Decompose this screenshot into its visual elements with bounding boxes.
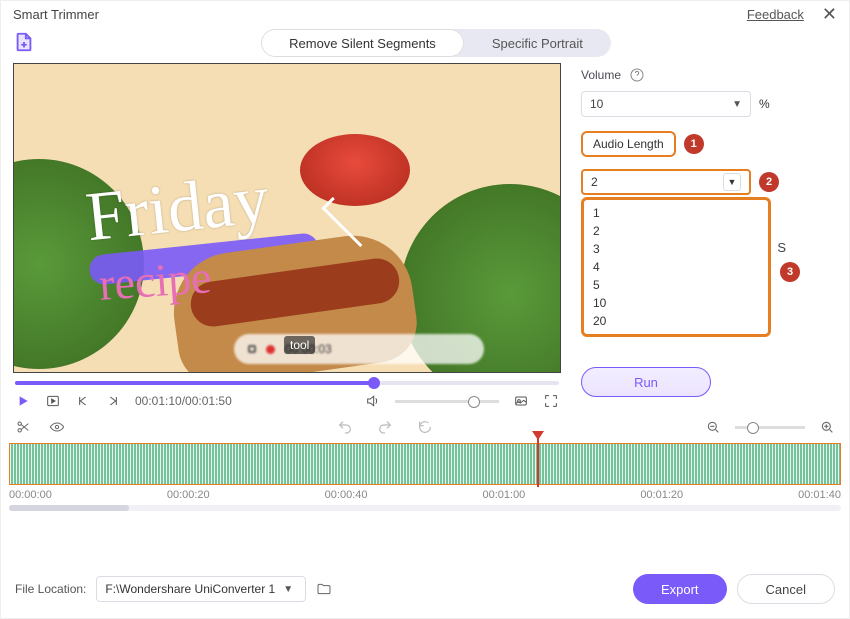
dropdown-unit-letter: S <box>777 240 786 255</box>
audio-length-option[interactable]: 10 <box>584 294 768 312</box>
zoom-in-icon[interactable] <box>819 419 835 435</box>
playhead[interactable] <box>537 433 539 487</box>
top-row: Remove Silent Segments Specific Portrait <box>1 27 849 63</box>
audio-length-select[interactable]: 2 ▼ <box>581 169 751 195</box>
title-bar: Smart Trimmer Feedback ✕ <box>1 1 849 27</box>
audio-length-option[interactable]: 2 <box>584 222 768 240</box>
file-location-label: File Location: <box>15 582 86 596</box>
redo-icon[interactable] <box>377 419 393 435</box>
tab-remove-silent[interactable]: Remove Silent Segments <box>261 29 464 57</box>
volume-unit: % <box>759 97 770 111</box>
callout-3: 3 <box>780 262 800 282</box>
preview-overlay-subtitle: recipe <box>97 250 213 311</box>
time-ticks: 00:00:00 00:00:20 00:00:40 00:01:00 00:0… <box>9 489 841 501</box>
add-file-icon[interactable] <box>13 31 35 56</box>
chevron-down-icon: ▼ <box>283 584 293 595</box>
volume-select[interactable]: 10 ▼ <box>581 91 751 117</box>
export-button[interactable]: Export <box>633 574 727 604</box>
video-preview[interactable]: Friday recipe 00:00:03 tool <box>13 63 561 373</box>
restore-icon[interactable] <box>417 419 433 435</box>
audio-length-option[interactable]: 1 <box>584 204 768 222</box>
player-column: Friday recipe 00:00:03 tool 00:01:10/00:… <box>13 63 561 409</box>
preview-tool-badge: tool <box>284 336 315 354</box>
volume-label: Volume <box>581 68 621 82</box>
audio-length-dropdown[interactable]: 1 2 3 4 5 10 20 S 3 <box>581 197 771 337</box>
run-button[interactable]: Run <box>581 367 711 397</box>
window-title: Smart Trimmer <box>13 7 99 22</box>
tab-specific-portrait[interactable]: Specific Portrait <box>464 29 611 57</box>
audio-length-option[interactable]: 5 <box>584 276 768 294</box>
footer: File Location: F:\Wondershare UniConvert… <box>1 562 849 618</box>
mode-tabs: Remove Silent Segments Specific Portrait <box>261 29 611 57</box>
play-icon[interactable] <box>15 393 31 409</box>
next-frame-icon[interactable] <box>105 393 121 409</box>
help-icon[interactable] <box>629 67 645 83</box>
player-controls: 00:01:10/00:01:50 <box>13 385 561 409</box>
feedback-link[interactable]: Feedback <box>747 7 804 22</box>
audio-length-option[interactable]: 4 <box>584 258 768 276</box>
settings-panel: Volume 10 ▼ % Audio Length 1 2 ▼ 2 1 2 3 <box>581 63 837 409</box>
audio-length-chip: Audio Length <box>581 131 676 157</box>
main-area: Friday recipe 00:00:03 tool 00:01:10/00:… <box>1 63 849 409</box>
file-location-select[interactable]: F:\Wondershare UniConverter 1 ▼ <box>96 576 306 602</box>
cut-icon[interactable] <box>15 419 31 435</box>
play-frame-icon[interactable] <box>45 393 61 409</box>
callout-1: 1 <box>684 134 704 154</box>
timeline-tools <box>1 409 849 439</box>
eye-icon[interactable] <box>49 419 65 435</box>
preview-record-bar: 00:00:03 <box>234 334 484 364</box>
chevron-down-icon: ▼ <box>723 173 741 191</box>
waveform-area <box>9 443 841 485</box>
volume-slider[interactable] <box>395 400 499 403</box>
zoom-slider[interactable] <box>735 426 805 429</box>
callout-2: 2 <box>759 172 779 192</box>
scrub-bar[interactable] <box>15 381 559 385</box>
volume-icon[interactable] <box>365 393 381 409</box>
waveform[interactable] <box>9 443 841 485</box>
open-folder-icon[interactable] <box>316 581 332 597</box>
cancel-button[interactable]: Cancel <box>737 574 835 604</box>
timecode: 00:01:10/00:01:50 <box>135 394 232 408</box>
audio-length-option[interactable]: 20 <box>584 312 768 330</box>
audio-length-option[interactable]: 3 <box>584 240 768 258</box>
snapshot-icon[interactable] <box>513 393 529 409</box>
close-icon[interactable]: ✕ <box>822 5 837 23</box>
fullscreen-icon[interactable] <box>543 393 559 409</box>
undo-icon[interactable] <box>337 419 353 435</box>
prev-frame-icon[interactable] <box>75 393 91 409</box>
zoom-out-icon[interactable] <box>705 419 721 435</box>
chevron-down-icon: ▼ <box>732 99 742 110</box>
timeline-scrollbar[interactable] <box>9 505 841 511</box>
